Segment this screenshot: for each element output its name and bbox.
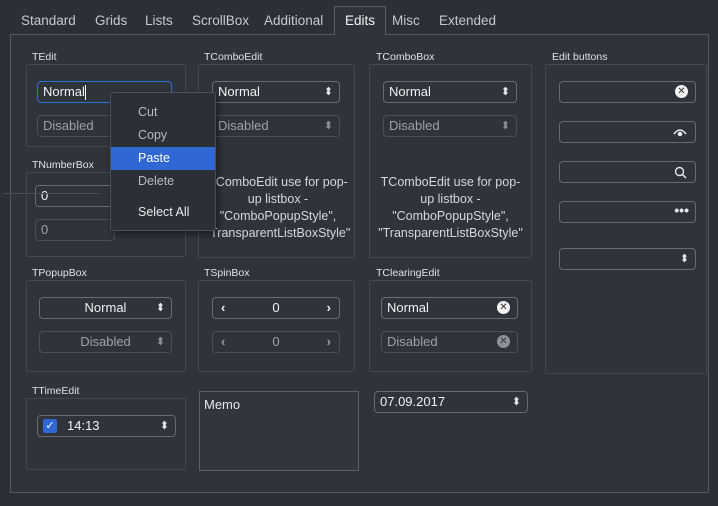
tspinbox-disabled-input: ‹ 0 › [212,331,340,353]
clear-icon[interactable]: ✕ [497,301,510,314]
memo-textarea[interactable]: Memo [199,391,359,471]
tab-grids[interactable]: Grids [95,10,127,34]
menu-item-select-all[interactable]: Select All [111,201,215,224]
context-menu: Cut Copy Paste Delete Select All [110,92,216,231]
edit-with-spin-button[interactable]: ⬍ [559,248,696,270]
tspinbox-normal-value: 0 [272,300,280,315]
edit-with-search-button[interactable] [559,161,696,183]
tab-lists[interactable]: Lists [145,10,173,34]
eye-icon[interactable] [673,126,687,138]
tcomboedit-title: TComboEdit [204,51,263,63]
ttimeedit-value: 14:13 [67,418,100,433]
edit-with-password-button[interactable] [559,121,696,143]
tnumberbox-normal-input[interactable]: 0 [35,185,115,207]
tcomboedit-normal-input[interactable]: Normal ⬍ [212,81,340,103]
chevron-right-icon[interactable]: › [327,298,331,318]
tab-scrollbox[interactable]: ScrollBox [192,10,249,34]
date-edit-input[interactable]: 07.09.2017 ⬍ [374,391,528,413]
clear-icon: ✕ [497,335,510,348]
tspinbox-disabled-value: 0 [272,334,280,349]
tpopupbox-disabled-input: Disabled ⬍ [39,331,172,353]
edit-with-ellipsis-button[interactable]: ••• [559,201,696,223]
tpopupbox-title: TPopupBox [32,267,87,279]
edit-buttons-title: Edit buttons [552,51,608,63]
chevron-right-icon: › [326,334,331,349]
tab-standard[interactable]: Standard [21,10,76,34]
tab-misc[interactable]: Misc [392,10,420,34]
up-down-arrow-icon[interactable]: ⬍ [680,249,689,269]
tcomboedit-disabled-value: Disabled [218,118,269,133]
tclearingedit-normal-value: Normal [387,300,429,315]
ttimeedit-checkbox[interactable]: ✓ [43,419,57,433]
tedit-title: TEdit [32,51,57,63]
tspinbox-group [198,280,355,372]
menu-item-copy[interactable]: Copy [111,124,215,147]
ttimeedit-input[interactable]: 14:13 ⬍ [37,415,176,437]
up-down-arrow-icon: ⬍ [323,120,333,132]
tcombobox-disabled-value: Disabled [389,118,440,133]
tpopupbox-normal-value: Normal [84,300,127,315]
tclearingedit-normal-input[interactable]: Normal ✕ [381,297,518,319]
tcomboedit-disabled-input: Disabled ⬍ [212,115,340,137]
up-down-arrow-icon[interactable]: ⬍ [501,82,510,102]
search-icon[interactable] [674,166,687,179]
tpopupbox-normal-input[interactable]: Normal ⬍ [39,297,172,319]
tab-additional[interactable]: Additional [264,10,323,34]
tpopupbox-group [26,280,186,372]
tspinbox-normal-input[interactable]: ‹ 0 › [212,297,340,319]
tcombobox-normal-input[interactable]: Normal ⬍ [383,81,517,103]
ttimeedit-title: TTimeEdit [32,385,80,397]
up-down-arrow-icon[interactable]: ⬍ [160,416,169,436]
tcomboedit-normal-value: Normal [218,84,260,99]
up-down-arrow-icon[interactable]: ⬍ [324,82,333,102]
text-cursor [84,85,86,101]
tab-extended[interactable]: Extended [439,10,496,34]
chevron-left-icon[interactable]: ‹ [221,298,225,318]
menu-item-paste[interactable]: Paste [111,147,215,170]
tnumberbox-disabled-input: 0 [35,219,115,241]
date-edit-value: 07.09.2017 [380,394,446,409]
menu-item-cut[interactable]: Cut [111,101,215,124]
tedit-normal-value: Normal [43,84,85,99]
memo-text: Memo [204,397,241,412]
tab-edits[interactable]: Edits [334,6,387,35]
tcombobox-note: TComboEdit use for pop-up listbox - "Com… [378,175,523,240]
tpopupbox-disabled-value: Disabled [80,334,131,349]
menu-item-delete[interactable]: Delete [111,170,215,193]
chevron-left-icon: ‹ [221,334,226,349]
tclearingedit-group [369,280,532,372]
tclearingedit-disabled-input: Disabled ✕ [381,331,518,353]
up-down-arrow-icon: ⬍ [500,120,510,132]
edit-with-clear-button[interactable]: ✕ [559,81,696,103]
tspinbox-title: TSpinBox [204,267,250,279]
tcombobox-title: TComboBox [376,51,435,63]
tcomboedit-note: TComboEdit use for pop-up listbox - "Com… [205,175,351,240]
tclearingedit-disabled-value: Disabled [387,334,438,349]
tclearingedit-title: TClearingEdit [376,267,440,279]
up-down-arrow-icon[interactable]: ⬍ [512,392,521,412]
tnumberbox-title: TNumberBox [32,159,94,171]
up-down-arrow-icon[interactable]: ⬍ [156,298,165,318]
tcombobox-disabled-input: Disabled ⬍ [383,115,517,137]
menu-separator [4,193,100,194]
ellipsis-icon[interactable]: ••• [674,200,689,220]
clear-icon[interactable]: ✕ [675,85,688,98]
up-down-arrow-icon: ⬍ [155,336,165,348]
tcombobox-normal-value: Normal [389,84,431,99]
